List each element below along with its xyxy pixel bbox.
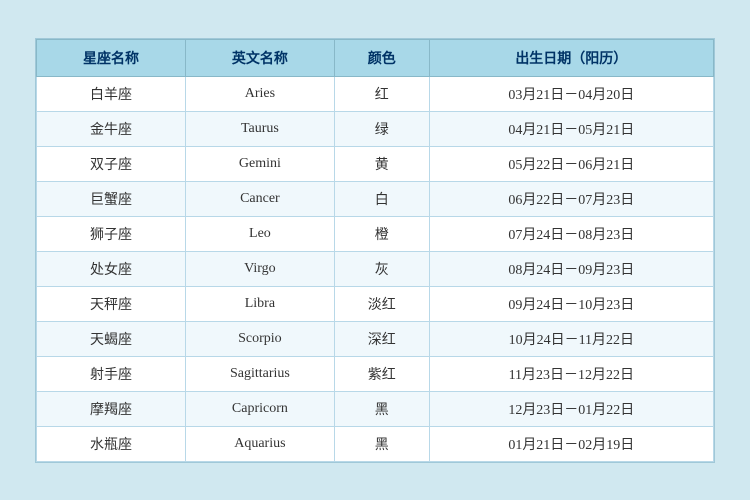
cell-chinese: 处女座 <box>37 251 186 286</box>
cell-chinese: 狮子座 <box>37 216 186 251</box>
cell-english: Gemini <box>185 146 334 181</box>
cell-english: Leo <box>185 216 334 251</box>
cell-english: Taurus <box>185 111 334 146</box>
table-row: 白羊座Aries红03月21日－04月20日 <box>37 76 714 111</box>
cell-dates: 05月22日－06月21日 <box>429 146 713 181</box>
cell-color: 黑 <box>334 391 429 426</box>
table-row: 射手座Sagittarius紫红11月23日－12月22日 <box>37 356 714 391</box>
table-row: 天秤座Libra淡红09月24日－10月23日 <box>37 286 714 321</box>
cell-color: 白 <box>334 181 429 216</box>
cell-color: 紫红 <box>334 356 429 391</box>
cell-english: Aquarius <box>185 426 334 461</box>
cell-english: Capricorn <box>185 391 334 426</box>
cell-dates: 10月24日－11月22日 <box>429 321 713 356</box>
cell-color: 橙 <box>334 216 429 251</box>
cell-english: Libra <box>185 286 334 321</box>
header-english: 英文名称 <box>185 39 334 76</box>
table-row: 狮子座Leo橙07月24日－08月23日 <box>37 216 714 251</box>
cell-dates: 09月24日－10月23日 <box>429 286 713 321</box>
cell-chinese: 金牛座 <box>37 111 186 146</box>
cell-color: 灰 <box>334 251 429 286</box>
cell-chinese: 天蝎座 <box>37 321 186 356</box>
table-row: 巨蟹座Cancer白06月22日－07月23日 <box>37 181 714 216</box>
table-row: 水瓶座Aquarius黑01月21日－02月19日 <box>37 426 714 461</box>
table-body: 白羊座Aries红03月21日－04月20日金牛座Taurus绿04月21日－0… <box>37 76 714 461</box>
table-row: 双子座Gemini黄05月22日－06月21日 <box>37 146 714 181</box>
cell-english: Sagittarius <box>185 356 334 391</box>
table-row: 天蝎座Scorpio深红10月24日－11月22日 <box>37 321 714 356</box>
cell-chinese: 摩羯座 <box>37 391 186 426</box>
cell-chinese: 双子座 <box>37 146 186 181</box>
cell-dates: 03月21日－04月20日 <box>429 76 713 111</box>
cell-color: 黑 <box>334 426 429 461</box>
table-row: 金牛座Taurus绿04月21日－05月21日 <box>37 111 714 146</box>
cell-english: Scorpio <box>185 321 334 356</box>
cell-color: 深红 <box>334 321 429 356</box>
cell-dates: 11月23日－12月22日 <box>429 356 713 391</box>
cell-english: Virgo <box>185 251 334 286</box>
header-date: 出生日期（阳历） <box>429 39 713 76</box>
cell-color: 红 <box>334 76 429 111</box>
cell-chinese: 射手座 <box>37 356 186 391</box>
cell-chinese: 巨蟹座 <box>37 181 186 216</box>
cell-chinese: 水瓶座 <box>37 426 186 461</box>
cell-dates: 08月24日－09月23日 <box>429 251 713 286</box>
zodiac-table: 星座名称 英文名称 颜色 出生日期（阳历） 白羊座Aries红03月21日－04… <box>36 39 714 462</box>
cell-color: 绿 <box>334 111 429 146</box>
table-header-row: 星座名称 英文名称 颜色 出生日期（阳历） <box>37 39 714 76</box>
cell-color: 淡红 <box>334 286 429 321</box>
cell-chinese: 天秤座 <box>37 286 186 321</box>
cell-english: Aries <box>185 76 334 111</box>
cell-dates: 04月21日－05月21日 <box>429 111 713 146</box>
table-row: 处女座Virgo灰08月24日－09月23日 <box>37 251 714 286</box>
cell-english: Cancer <box>185 181 334 216</box>
header-chinese: 星座名称 <box>37 39 186 76</box>
cell-dates: 01月21日－02月19日 <box>429 426 713 461</box>
cell-chinese: 白羊座 <box>37 76 186 111</box>
zodiac-table-container: 星座名称 英文名称 颜色 出生日期（阳历） 白羊座Aries红03月21日－04… <box>35 38 715 463</box>
cell-dates: 12月23日－01月22日 <box>429 391 713 426</box>
cell-dates: 07月24日－08月23日 <box>429 216 713 251</box>
header-color: 颜色 <box>334 39 429 76</box>
cell-dates: 06月22日－07月23日 <box>429 181 713 216</box>
cell-color: 黄 <box>334 146 429 181</box>
table-row: 摩羯座Capricorn黑12月23日－01月22日 <box>37 391 714 426</box>
